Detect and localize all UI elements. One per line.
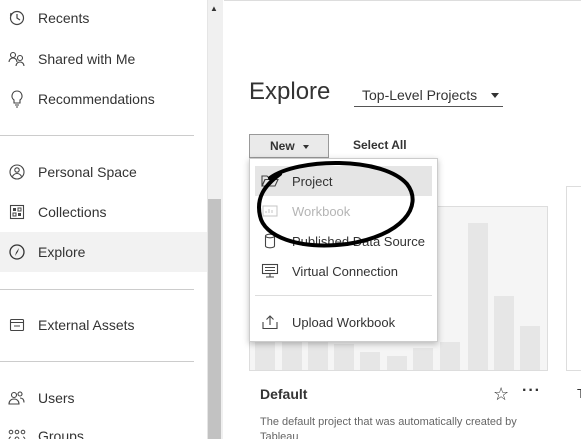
caret-down-icon	[303, 145, 309, 149]
sidebar-item-label: External Assets	[38, 317, 135, 333]
scroll-up-arrow-icon[interactable]: ▲	[209, 4, 219, 14]
menu-item-label: Upload Workbook	[292, 314, 396, 330]
menu-item-virtual-connection[interactable]: Virtual Connection	[255, 256, 432, 286]
sidebar-item-label: Shared with Me	[38, 51, 136, 67]
sidebar-item-label: Recommendations	[38, 91, 155, 107]
sidebar-item-users[interactable]: Users	[0, 378, 207, 418]
project-card-description: The default project that was automatical…	[260, 416, 517, 439]
workbook-icon	[261, 202, 279, 220]
folder-open-icon	[261, 172, 279, 190]
sidebar-divider	[0, 135, 194, 136]
groups-icon	[8, 427, 26, 439]
menu-item-published-data-source[interactable]: Published Data Source	[255, 226, 432, 256]
project-filter-value: Top-Level Projects	[362, 87, 478, 103]
sidebar-item-recommendations[interactable]: Recommendations	[0, 79, 207, 119]
menu-item-workbook[interactable]: Workbook	[255, 196, 432, 226]
sidebar-item-groups[interactable]: Groups	[0, 416, 207, 439]
menu-item-label: Published Data Source	[292, 233, 425, 249]
clock-icon	[8, 9, 26, 27]
project-filter-dropdown[interactable]: Top-Level Projects	[354, 85, 503, 107]
external-assets-icon	[8, 316, 26, 334]
menu-divider	[255, 295, 432, 296]
sidebar-item-shared[interactable]: Shared with Me	[0, 39, 207, 79]
sidebar-item-label: Recents	[38, 10, 90, 26]
lightbulb-icon	[8, 90, 26, 108]
new-dropdown-menu: Project Workbook Published Data Source V…	[249, 158, 438, 342]
menu-item-project[interactable]: Project	[255, 166, 432, 196]
star-icon[interactable]: ☆	[493, 385, 509, 403]
menu-item-label: Workbook	[292, 203, 351, 219]
sidebar-item-collections[interactable]: Collections	[0, 192, 207, 232]
virtual-connection-icon	[261, 262, 279, 280]
more-actions-icon[interactable]: ···	[522, 382, 541, 400]
sidebar-divider	[0, 361, 194, 362]
menu-item-label: Virtual Connection	[292, 263, 398, 279]
sidebar-item-label: Personal Space	[38, 164, 137, 180]
sidebar-item-explore[interactable]: Explore	[0, 232, 207, 272]
sidebar: Recents Shared with Me Recommendations P…	[0, 0, 207, 439]
menu-item-upload-workbook[interactable]: Upload Workbook	[255, 307, 432, 337]
sidebar-item-label: Collections	[38, 204, 107, 220]
person-circle-icon	[8, 163, 26, 181]
page-title: Explore	[249, 78, 331, 105]
new-button[interactable]: New	[249, 134, 329, 158]
sidebar-item-label: Users	[38, 390, 75, 406]
upload-icon	[261, 313, 279, 331]
users-icon	[8, 389, 26, 407]
sidebar-item-personal-space[interactable]: Personal Space	[0, 152, 207, 192]
sidebar-item-external-assets[interactable]: External Assets	[0, 305, 207, 345]
database-icon	[261, 232, 279, 250]
select-all-button[interactable]: Select All	[353, 138, 407, 152]
compass-icon	[8, 243, 26, 261]
sidebar-item-label: Groups	[38, 428, 84, 439]
sidebar-item-recents[interactable]: Recents	[0, 0, 207, 38]
menu-item-label: Project	[292, 173, 333, 189]
sidebar-divider	[0, 289, 194, 290]
collections-icon	[8, 203, 26, 221]
next-card-name[interactable]: T	[577, 386, 581, 401]
sidebar-item-label: Explore	[38, 244, 86, 260]
scrollbar-thumb[interactable]	[208, 199, 221, 439]
new-button-label: New	[270, 139, 295, 153]
shared-users-icon	[8, 50, 26, 68]
top-border	[224, 0, 581, 1]
chevron-down-icon	[491, 93, 499, 98]
project-card-name[interactable]: Default	[260, 386, 307, 402]
next-project-card[interactable]	[566, 186, 581, 371]
